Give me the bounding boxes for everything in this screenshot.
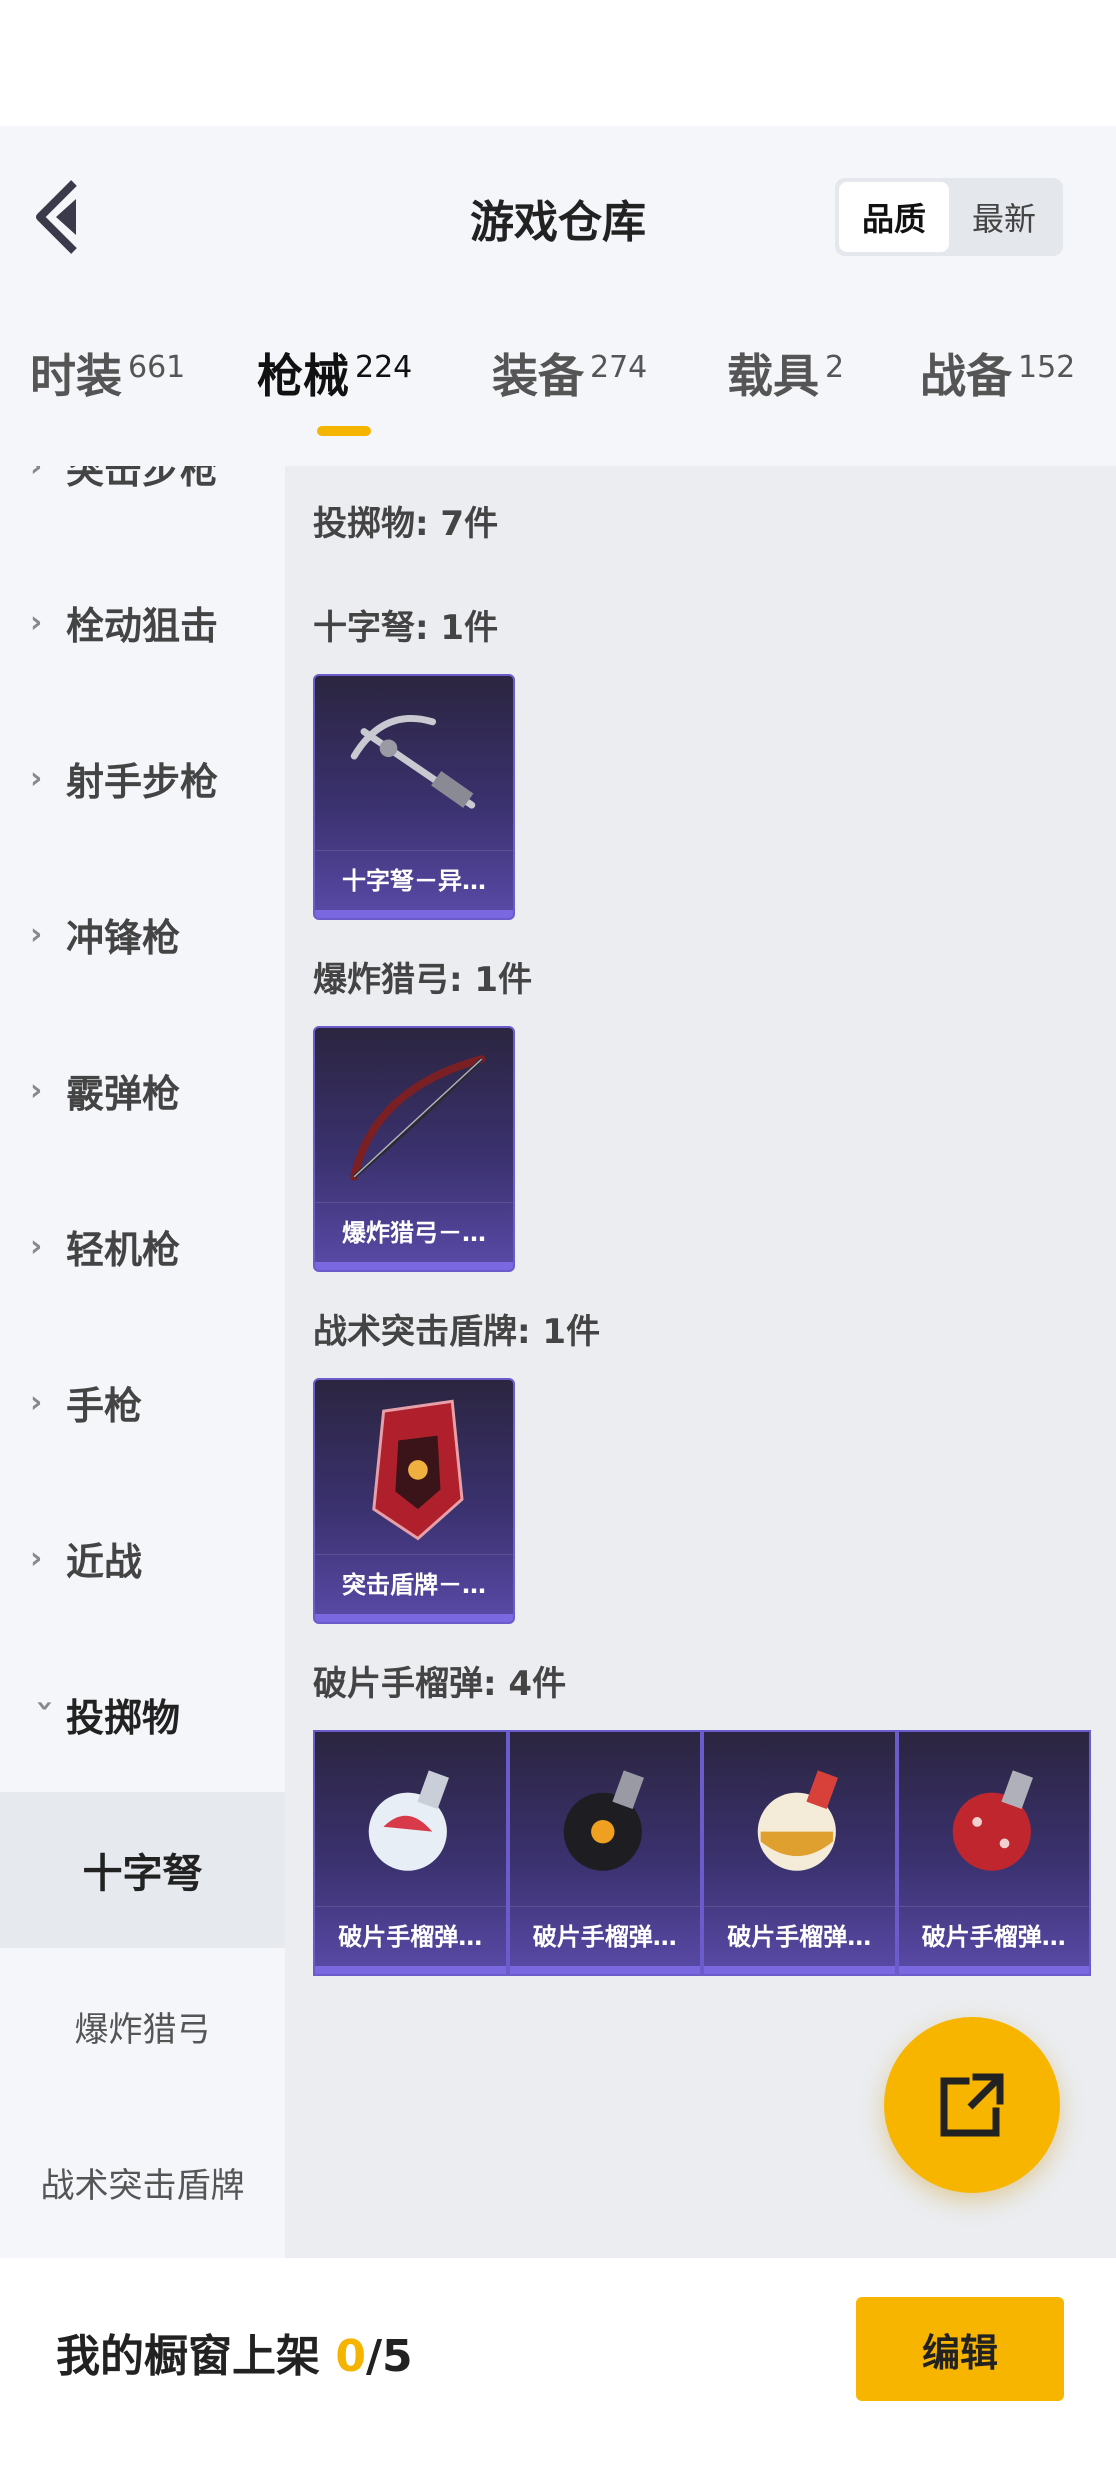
sidebar-item-label: 冲锋枪 bbox=[66, 915, 181, 960]
chevron-right-icon: › bbox=[30, 760, 43, 796]
hunting-bow-icon bbox=[350, 1055, 486, 1181]
sort-toggle[interactable]: 品质 最新 bbox=[835, 178, 1063, 256]
sidebar-item-label: 栓动狙击 bbox=[66, 603, 219, 648]
sidebar-item-bolt-action[interactable]: › 栓动狙击 bbox=[0, 544, 285, 700]
share-fab-button[interactable] bbox=[884, 2017, 1060, 2193]
tab-count: 274 bbox=[590, 350, 648, 385]
sidebar-item-label: 投掷物 bbox=[66, 1695, 181, 1740]
item-name: 破片手榴弹… bbox=[704, 1906, 895, 1962]
chevron-right-icon: › bbox=[30, 1384, 43, 1420]
item-name: 十字弩－异… bbox=[315, 850, 513, 906]
chevron-right-icon: › bbox=[30, 466, 43, 484]
showcase-total: /5 bbox=[365, 2331, 413, 2382]
tab-label: 战备 bbox=[920, 349, 1012, 403]
item-name: 爆炸猎弓－… bbox=[315, 1202, 513, 1258]
tab-label: 枪械 bbox=[257, 349, 349, 403]
shield-icon bbox=[372, 1399, 464, 1541]
sidebar-item-label: 手枪 bbox=[66, 1383, 143, 1428]
sidebar-item-pistol[interactable]: › 手枪 bbox=[0, 1324, 285, 1480]
grenade-icon bbox=[952, 1770, 1033, 1871]
tab-label: 时装 bbox=[30, 349, 122, 403]
sidebar-item-shotgun[interactable]: › 霰弹枪 bbox=[0, 1012, 285, 1168]
showcase-current-count: 0 bbox=[335, 2331, 366, 2382]
showcase-label: 我的橱窗上架 bbox=[56, 2331, 320, 2382]
tab-label: 载具 bbox=[727, 349, 819, 403]
sidebar-subitem-assault-shield[interactable]: 战术突击盾牌 bbox=[0, 2104, 285, 2258]
chevron-down-icon: › bbox=[27, 1699, 63, 1712]
edit-button[interactable]: 编辑 bbox=[856, 2297, 1064, 2401]
item-card[interactable]: 突击盾牌－… bbox=[313, 1378, 515, 1624]
chevron-right-icon: › bbox=[30, 1072, 43, 1108]
item-row: 破片手榴弹… 破片手榴弹… 破片手榴弹… 破片手榴弹… bbox=[313, 1730, 1091, 1976]
grenade-icon bbox=[757, 1770, 838, 1871]
sidebar: › 突击步枪 › 栓动狙击 › 射手步枪 › 冲锋枪 › 霰弹枪 › 轻机枪 ›… bbox=[0, 466, 285, 2258]
sidebar-item-label: 射手步枪 bbox=[66, 759, 219, 804]
item-card[interactable]: 十字弩－异… bbox=[313, 674, 515, 920]
item-grid-panel: 投掷物: 7件 十字弩: 1件 十字弩－异… 爆炸猎弓: 1件 爆炸猎弓－… 战… bbox=[285, 466, 1116, 2258]
item-name: 破片手榴弹… bbox=[898, 1906, 1089, 1962]
category-tabs: 时装 661 枪械 224 装备 274 载具 2 战备 152 bbox=[0, 340, 1116, 450]
sidebar-item-label: 突击步枪 bbox=[66, 466, 219, 492]
sort-option-newest[interactable]: 最新 bbox=[949, 182, 1059, 252]
showcase-status: 我的橱窗上架 0/5 bbox=[56, 2320, 413, 2384]
chevron-right-icon: › bbox=[30, 604, 43, 640]
item-card[interactable]: 破片手榴弹… bbox=[896, 1730, 1091, 1976]
group-title: 十字弩: 1件 bbox=[313, 608, 499, 648]
sidebar-item-label: 近战 bbox=[66, 1539, 143, 1584]
tab-label: 装备 bbox=[492, 349, 584, 403]
sidebar-item-smg[interactable]: › 冲锋枪 bbox=[0, 856, 285, 1012]
sidebar-item-lmg[interactable]: › 轻机枪 bbox=[0, 1168, 285, 1324]
sidebar-item-throwables[interactable]: › 投掷物 bbox=[0, 1636, 285, 1792]
status-bar bbox=[0, 0, 1116, 126]
group-title: 战术突击盾牌: 1件 bbox=[313, 1312, 601, 1352]
chevron-right-icon: › bbox=[30, 916, 43, 952]
item-name: 破片手榴弹… bbox=[315, 1906, 506, 1962]
chevron-right-icon: › bbox=[30, 1228, 43, 1264]
item-name: 破片手榴弹… bbox=[509, 1906, 700, 1962]
sidebar-item-marksman-rifle[interactable]: › 射手步枪 bbox=[0, 700, 285, 856]
grenade-icon bbox=[563, 1770, 644, 1871]
group-title: 破片手榴弹: 4件 bbox=[313, 1664, 567, 1704]
tab-equipment[interactable]: 装备 274 bbox=[492, 340, 647, 450]
tab-count: 661 bbox=[128, 350, 186, 385]
sidebar-subitem-hunting-bow[interactable]: 爆炸猎弓 bbox=[0, 1948, 285, 2104]
sidebar-item-assault-rifle[interactable]: › 突击步枪 bbox=[0, 466, 285, 544]
sidebar-subitem-crossbow[interactable]: 十字弩 bbox=[0, 1792, 285, 1948]
grenade-icon bbox=[368, 1770, 449, 1871]
share-export-icon bbox=[940, 2073, 1004, 2137]
item-card[interactable]: 破片手榴弹… bbox=[313, 1730, 508, 1976]
sort-option-quality[interactable]: 品质 bbox=[839, 182, 949, 252]
item-card[interactable]: 破片手榴弹… bbox=[702, 1730, 897, 1976]
tab-gear[interactable]: 战备 152 bbox=[920, 340, 1075, 450]
tab-count: 2 bbox=[825, 350, 845, 385]
sidebar-item-melee[interactable]: › 近战 bbox=[0, 1480, 285, 1636]
sidebar-item-label: 轻机枪 bbox=[66, 1227, 181, 1272]
tab-fashion[interactable]: 时装 661 bbox=[30, 340, 185, 450]
sidebar-item-label: 霰弹枪 bbox=[66, 1071, 181, 1116]
item-name: 突击盾牌－… bbox=[315, 1554, 513, 1610]
item-card[interactable]: 爆炸猎弓－… bbox=[313, 1026, 515, 1272]
active-tab-indicator bbox=[317, 426, 371, 436]
item-card[interactable]: 破片手榴弹… bbox=[507, 1730, 702, 1976]
chevron-right-icon: › bbox=[30, 1540, 43, 1576]
group-title: 爆炸猎弓: 1件 bbox=[313, 960, 533, 1000]
tab-vehicles[interactable]: 载具 2 bbox=[727, 340, 844, 450]
crossbow-icon bbox=[350, 715, 476, 809]
tab-count: 224 bbox=[355, 350, 413, 385]
tab-count: 152 bbox=[1018, 350, 1076, 385]
section-title: 投掷物: 7件 bbox=[313, 504, 499, 544]
